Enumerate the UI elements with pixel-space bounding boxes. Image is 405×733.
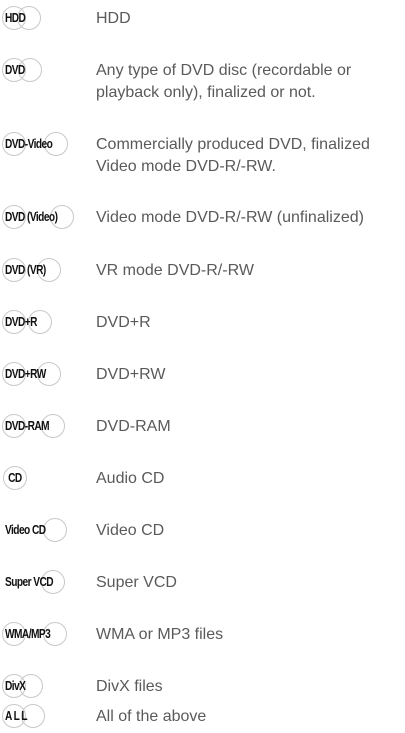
legend-description: Audio CD <box>96 470 165 487</box>
divx-disc-icon: DivX <box>2 674 44 698</box>
legend-description: DVD+R <box>96 314 151 331</box>
legend-description: Video mode DVD-R/-RW (unfinalized) <box>96 209 364 226</box>
video-cd-disc-icon: Video CD <box>5 518 67 542</box>
legend-description: Super VCD <box>96 574 177 591</box>
cd-disc-icon: CD <box>3 466 27 490</box>
legend-description: DivX files <box>96 678 163 695</box>
dvd-plus-rw-disc-icon: DVD+RW <box>2 362 62 386</box>
legend-description: DVD+RW <box>96 366 166 383</box>
legend-description: Video CD <box>96 522 165 539</box>
dvd-vr-disc-icon: DVD (VR) <box>2 258 62 282</box>
all-discs-icon: A L L <box>2 704 46 728</box>
disc-type-legend: { "legend": [ {"icon": "HDD", "text": "H… <box>0 0 405 733</box>
dvd-disc-icon: DVD <box>2 58 43 82</box>
wma-mp3-disc-icon: WMA/MP3 <box>2 622 67 646</box>
legend-description: Commercially produced DVD, finalized Vid… <box>96 136 370 175</box>
dvd-video-mode-disc-icon: DVD (Video) <box>2 205 75 229</box>
dvd-plus-r-disc-icon: DVD+R <box>2 310 52 334</box>
legend-description: Any type of DVD disc (recordable or play… <box>96 62 352 101</box>
legend-description: WMA or MP3 files <box>96 626 224 643</box>
super-vcd-disc-icon: Super VCD <box>5 570 67 594</box>
hdd-disc-icon: HDD <box>2 6 42 30</box>
legend-description: VR mode DVD-R/-RW <box>96 262 254 279</box>
legend-description: DVD-RAM <box>96 418 171 435</box>
legend-description: HDD <box>96 10 131 27</box>
legend-description: All of the above <box>96 708 207 725</box>
dvd-ram-disc-icon: DVD-RAM <box>2 414 66 438</box>
dvd-video-disc-icon: DVD-Video <box>2 132 68 156</box>
